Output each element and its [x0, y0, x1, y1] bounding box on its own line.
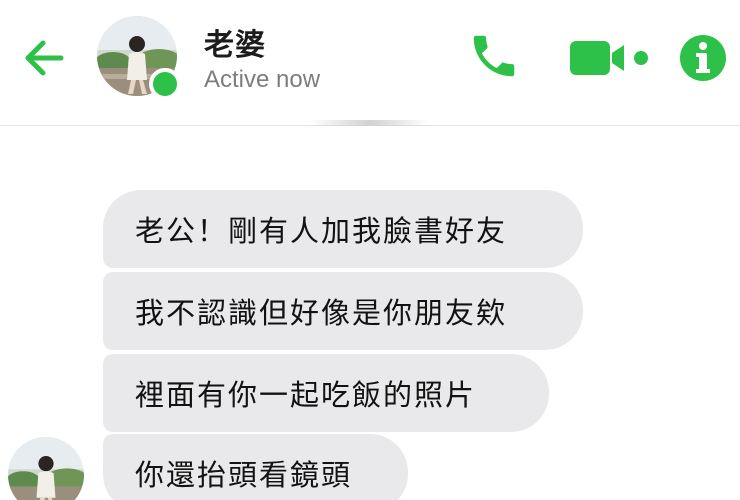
info-button[interactable] — [676, 31, 730, 85]
chat-header: 老婆 Active now — [0, 0, 740, 126]
contact-avatar-button[interactable] — [97, 16, 181, 100]
back-button[interactable] — [16, 30, 72, 86]
info-icon — [680, 35, 726, 81]
active-status-text: Active now — [204, 66, 321, 93]
video-call-button[interactable] — [566, 30, 656, 86]
chat-screen: 老婆 Active now 老公！剛有人加我臉書好友 我不認識但好像是你朋友欸 … — [0, 0, 740, 500]
video-camera-icon — [570, 41, 648, 75]
message-bubble[interactable]: 你還抬頭看鏡頭 — [103, 434, 408, 500]
message-bubble[interactable]: 裡面有你一起吃飯的照片 — [103, 354, 549, 432]
phone-icon — [473, 35, 515, 77]
header-divider — [310, 120, 430, 126]
active-status-dot — [149, 68, 181, 100]
sender-avatar[interactable] — [8, 437, 84, 500]
message-bubble[interactable]: 我不認識但好像是你朋友欸 — [103, 272, 583, 350]
call-button[interactable] — [464, 26, 524, 86]
message-bubble[interactable]: 老公！剛有人加我臉書好友 — [103, 190, 583, 268]
contact-name[interactable]: 老婆 — [204, 20, 266, 64]
arrow-left-icon — [25, 40, 64, 76]
